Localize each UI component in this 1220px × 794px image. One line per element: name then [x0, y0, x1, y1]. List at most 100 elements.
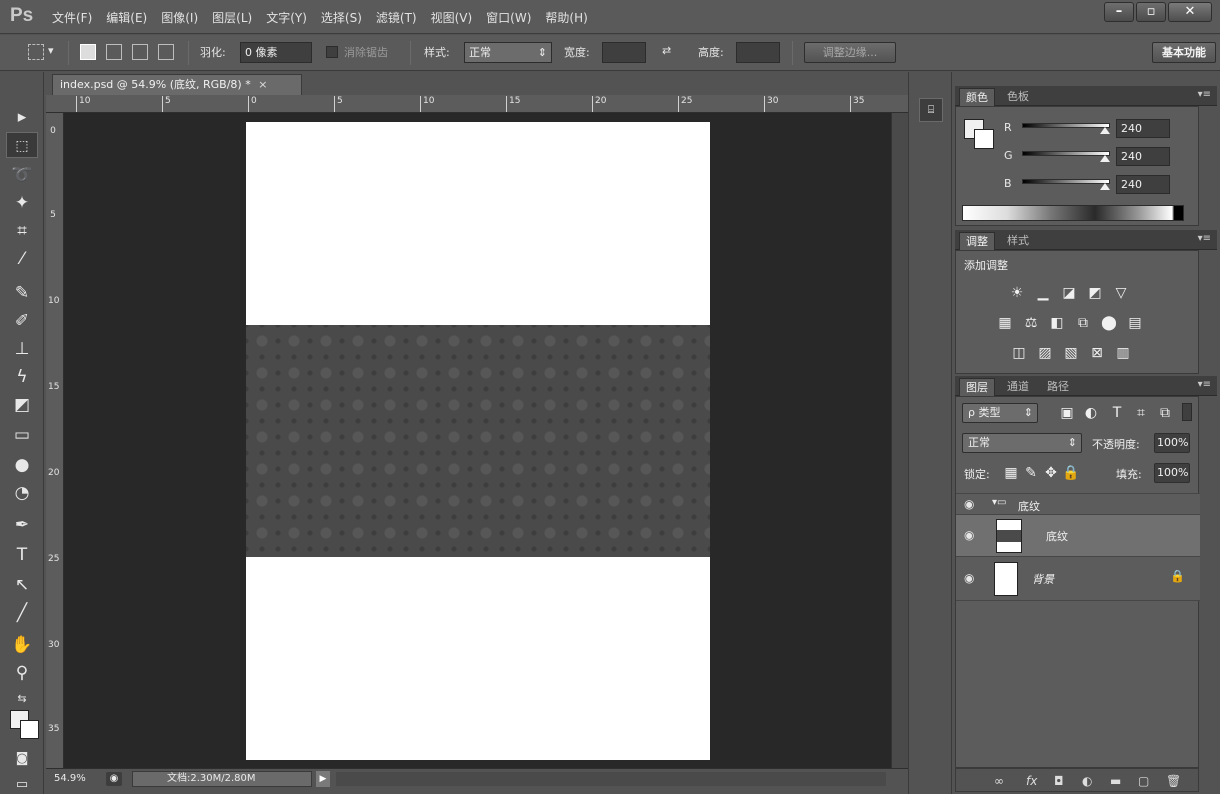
type-tool-icon[interactable]: T: [6, 542, 38, 568]
vibrance-icon[interactable]: ▽: [1112, 285, 1130, 301]
new-layer-icon[interactable]: ▢: [1138, 774, 1149, 788]
layer-name[interactable]: 底纹: [1046, 528, 1068, 544]
eyedropper-icon[interactable]: ⁄: [6, 246, 38, 272]
filter-smart-icon[interactable]: ⧉: [1156, 405, 1174, 421]
brush-tool-icon[interactable]: ✐: [6, 308, 38, 334]
vertical-scrollbar[interactable]: [891, 113, 908, 768]
menu-edit[interactable]: 编辑(E): [106, 9, 147, 26]
layer-filter-select[interactable]: ρ 类型 ⇕: [962, 403, 1038, 423]
panel-menu-icon[interactable]: ▾≡: [1198, 233, 1211, 244]
menu-layer[interactable]: 图层(L): [212, 9, 252, 26]
panel-menu-icon[interactable]: ▾≡: [1198, 89, 1211, 100]
tab-paths[interactable]: 路径: [1041, 378, 1075, 396]
move-tool-icon[interactable]: ▸: [6, 104, 38, 130]
style-select[interactable]: 正常 ⇕: [464, 42, 552, 63]
hand-tool-icon[interactable]: ✋: [6, 632, 38, 658]
channel-mixer-icon[interactable]: ⬤: [1100, 315, 1118, 331]
menu-window[interactable]: 窗口(W): [486, 9, 531, 26]
bg-color-swatch[interactable]: [974, 129, 994, 149]
filter-type-icon[interactable]: T: [1108, 405, 1126, 421]
hue-sat-icon[interactable]: ▦: [996, 315, 1014, 331]
background-color-swatch[interactable]: [20, 720, 39, 739]
history-panel-icon[interactable]: ⌸: [919, 98, 943, 122]
blue-value-input[interactable]: 240: [1116, 175, 1170, 194]
menu-help[interactable]: 帮助(H): [545, 9, 587, 26]
lock-position-icon[interactable]: ✥: [1042, 465, 1060, 481]
zoom-level[interactable]: 54.9%: [54, 773, 86, 784]
eraser-icon[interactable]: ◩: [6, 392, 38, 418]
tab-color[interactable]: 颜色: [959, 88, 995, 106]
filter-shape-icon[interactable]: ⌗: [1132, 405, 1150, 421]
marquee-preset-icon[interactable]: [28, 44, 44, 60]
color-balance-icon[interactable]: ⚖: [1022, 315, 1040, 331]
pen-tool-icon[interactable]: ✒: [6, 512, 38, 538]
levels-icon[interactable]: ▁: [1034, 285, 1052, 301]
color-lookup-icon[interactable]: ▤: [1126, 315, 1144, 331]
menu-image[interactable]: 图像(I): [161, 9, 198, 26]
lasso-tool-icon[interactable]: ➰: [6, 162, 38, 188]
filter-adjust-icon[interactable]: ◐: [1082, 405, 1100, 421]
lock-all-icon[interactable]: 🔒: [1062, 465, 1080, 481]
magic-wand-icon[interactable]: ✦: [6, 190, 38, 216]
tab-swatches[interactable]: 色板: [1001, 88, 1035, 106]
slider-thumb[interactable]: [1099, 127, 1110, 134]
blue-slider[interactable]: [1022, 179, 1110, 184]
intersect-selection-icon[interactable]: [158, 44, 174, 60]
layer-name[interactable]: 底纹: [1018, 498, 1040, 514]
tab-layers[interactable]: 图层: [959, 378, 995, 396]
quick-mask-icon[interactable]: ◙: [6, 746, 38, 772]
new-group-icon[interactable]: ▬: [1110, 774, 1121, 788]
minimize-button[interactable]: –: [1104, 2, 1134, 22]
gradient-map-icon[interactable]: ▥: [1114, 345, 1132, 361]
layer-name[interactable]: 背景: [1032, 571, 1054, 587]
brightness-icon[interactable]: ☀: [1008, 285, 1026, 301]
workspace-button[interactable]: 基本功能: [1152, 42, 1216, 63]
blur-tool-icon[interactable]: ●: [6, 452, 38, 478]
eye-icon[interactable]: ◉: [964, 497, 974, 511]
black-white-icon[interactable]: ◧: [1048, 315, 1066, 331]
new-selection-icon[interactable]: [80, 44, 96, 60]
eye-icon[interactable]: ◉: [964, 528, 974, 542]
layer-row-group[interactable]: ◉ ▾▭ 底纹: [956, 493, 1200, 515]
clone-stamp-icon[interactable]: ⊥: [6, 336, 38, 362]
lock-transparent-icon[interactable]: ▦: [1002, 465, 1020, 481]
antialias-checkbox[interactable]: [326, 46, 338, 58]
history-brush-icon[interactable]: ϟ: [6, 364, 38, 390]
green-value-input[interactable]: 240: [1116, 147, 1170, 166]
curves-icon[interactable]: ◪: [1060, 285, 1078, 301]
screen-mode-icon[interactable]: ▭: [6, 772, 38, 794]
trash-icon[interactable]: 🗑: [1166, 774, 1181, 788]
horizontal-scrollbar[interactable]: [336, 772, 886, 786]
globe-icon[interactable]: ◉: [106, 772, 122, 786]
threshold-icon[interactable]: ▧: [1062, 345, 1080, 361]
lock-pixels-icon[interactable]: ✎: [1022, 465, 1040, 481]
swap-icon[interactable]: ⇄: [662, 44, 671, 57]
fill-input[interactable]: 100%: [1154, 463, 1190, 483]
selective-color-icon[interactable]: ⊠: [1088, 345, 1106, 361]
refine-edge-button[interactable]: 调整边缘...: [804, 42, 896, 63]
slider-thumb[interactable]: [1099, 183, 1110, 190]
healing-brush-icon[interactable]: ✎: [6, 280, 38, 306]
red-value-input[interactable]: 240: [1116, 119, 1170, 138]
adjustment-layer-icon[interactable]: ◐: [1082, 774, 1092, 788]
red-slider[interactable]: [1022, 123, 1110, 128]
swap-colors-icon[interactable]: ⇆: [6, 686, 38, 712]
add-selection-icon[interactable]: [106, 44, 122, 60]
subtract-selection-icon[interactable]: [132, 44, 148, 60]
document-canvas[interactable]: [246, 122, 710, 760]
tab-styles[interactable]: 样式: [1001, 232, 1035, 250]
blend-mode-select[interactable]: 正常 ⇕: [962, 433, 1082, 453]
panel-menu-icon[interactable]: ▾≡: [1198, 379, 1211, 390]
chevron-down-icon[interactable]: ▾: [48, 44, 54, 57]
width-input[interactable]: [602, 42, 646, 63]
layer-row-background[interactable]: ◉ 背景 🔒: [956, 557, 1200, 601]
tab-adjustments[interactable]: 调整: [959, 232, 995, 250]
menu-filter[interactable]: 滤镜(T): [376, 9, 417, 26]
invert-icon[interactable]: ◫: [1010, 345, 1028, 361]
crop-tool-icon[interactable]: ⌗: [6, 218, 38, 244]
green-slider[interactable]: [1022, 151, 1110, 156]
folder-icon[interactable]: ▾▭: [992, 497, 1006, 508]
height-input[interactable]: [736, 42, 780, 63]
feather-input[interactable]: 0 像素: [240, 42, 312, 63]
dodge-tool-icon[interactable]: ◔: [6, 480, 38, 506]
